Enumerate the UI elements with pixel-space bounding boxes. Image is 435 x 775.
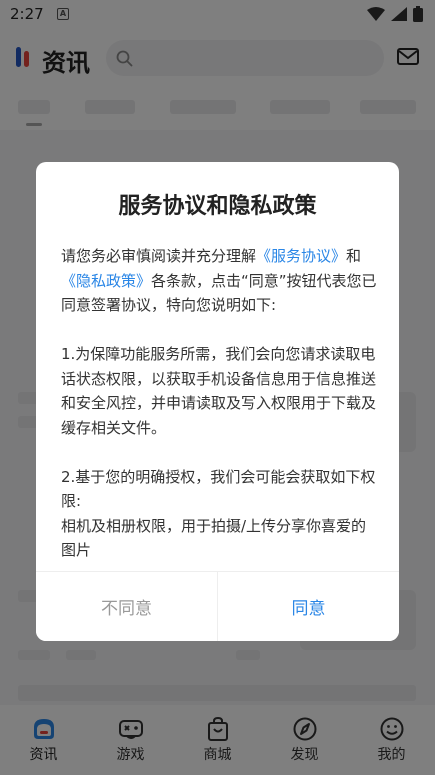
intro-and-text: 和 (346, 247, 362, 265)
service-agreement-link[interactable]: 《服务协议》 (256, 247, 346, 265)
dialog-paragraph-1: 1.为保障功能服务所需，我们会向您请求读取电话状态权限，以获取手机设备信息用于信… (61, 345, 377, 437)
paragraph-2-line-1: 2.基于您的明确授权，我们会可能会获取如下权限: (61, 467, 376, 511)
dialog-intro: 请您务必审慎阅读并充分理解《服务协议》和《隐私政策》各条款，点击“同意”按钮代表… (61, 244, 377, 318)
agree-button[interactable]: 同意 (218, 572, 399, 641)
intro-text: 请您务必审慎阅读并充分理解 (61, 247, 257, 265)
dialog-paragraph-2: 2.基于您的明确授权，我们会可能会获取如下权限: 相机及相册权限，用于拍摄/上传… (61, 465, 377, 563)
privacy-policy-link[interactable]: 《隐私政策》 (61, 272, 151, 290)
dialog-body: 请您务必审慎阅读并充分理解《服务协议》和《隐私政策》各条款，点击“同意”按钮代表… (61, 244, 377, 627)
dialog-title: 服务协议和隐私政策 (118, 194, 317, 219)
paragraph-2-line-2: 相机及相册权限，用于拍摄/上传分享你喜爱的图片 (61, 516, 367, 560)
dialog-footer: 不同意 同意 (36, 571, 399, 641)
disagree-button[interactable]: 不同意 (36, 572, 218, 641)
privacy-dialog: 服务协议和隐私政策 请您务必审慎阅读并充分理解《服务协议》和《隐私政策》各条款，… (36, 162, 399, 641)
